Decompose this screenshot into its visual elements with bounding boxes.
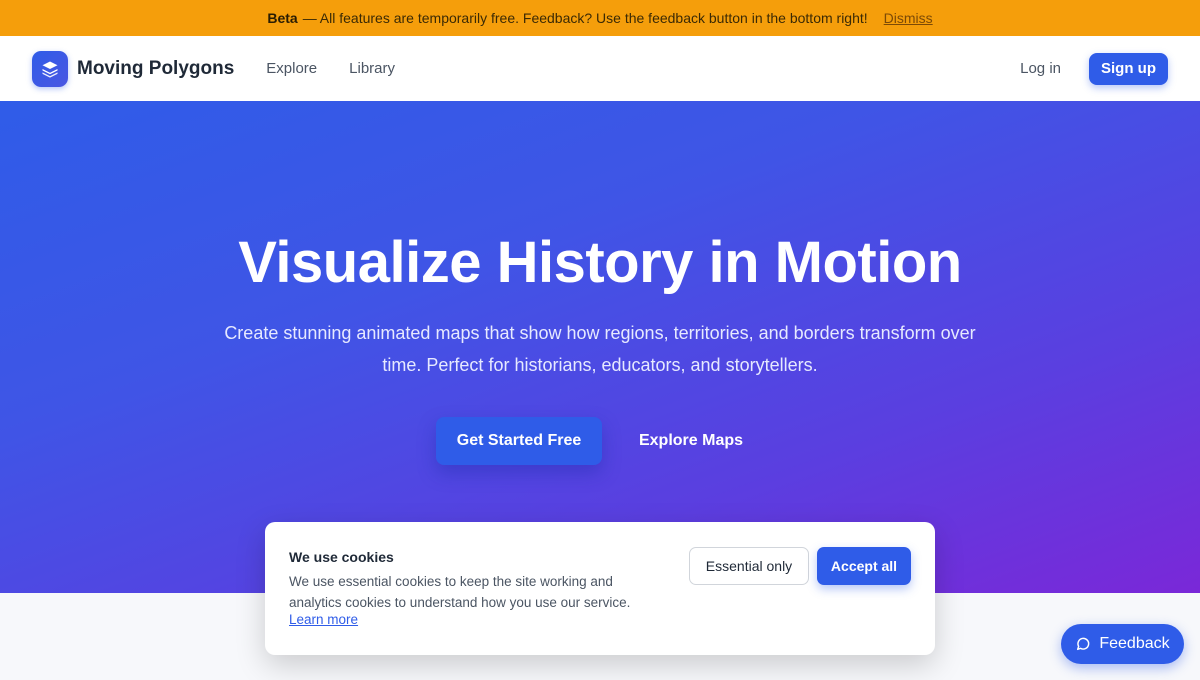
accept-all-button[interactable]: Accept all [817,547,911,585]
nav-link-library[interactable]: Library [349,60,395,77]
cookie-title: We use cookies [289,549,394,565]
explore-maps-button[interactable]: Explore Maps [620,417,762,465]
hero-section: Visualize History in Motion Create stunn… [0,101,1200,593]
feedback-button[interactable]: Feedback [1061,624,1184,664]
top-nav: Moving Polygons Explore Library Log in S… [0,36,1200,101]
hero-subtitle: Create stunning animated maps that show … [224,323,976,375]
feedback-label: Feedback [1099,635,1170,652]
chat-bubble-icon [1075,636,1091,652]
login-link[interactable]: Log in [1020,60,1061,77]
beta-label: Beta [267,10,298,26]
cookie-description: We use essential cookies to keep the sit… [289,574,631,610]
beta-banner: Beta — All features are temporarily free… [0,0,1200,36]
logo[interactable] [32,50,68,87]
essential-only-button[interactable]: Essential only [689,547,809,585]
brand-name[interactable]: Moving Polygons [77,58,234,80]
nav-link-explore[interactable]: Explore [266,60,317,77]
cookie-banner: We use cookies We use essential cookies … [265,522,935,655]
signup-button[interactable]: Sign up [1089,52,1168,85]
hero-title: Visualize History in Motion [238,230,962,295]
learn-more-link[interactable]: Learn more [289,612,358,627]
beta-message: — All features are temporarily free. Fee… [302,10,868,26]
layers-icon [42,61,58,78]
dismiss-link[interactable]: Dismiss [884,10,933,26]
get-started-button[interactable]: Get Started Free [436,417,602,465]
